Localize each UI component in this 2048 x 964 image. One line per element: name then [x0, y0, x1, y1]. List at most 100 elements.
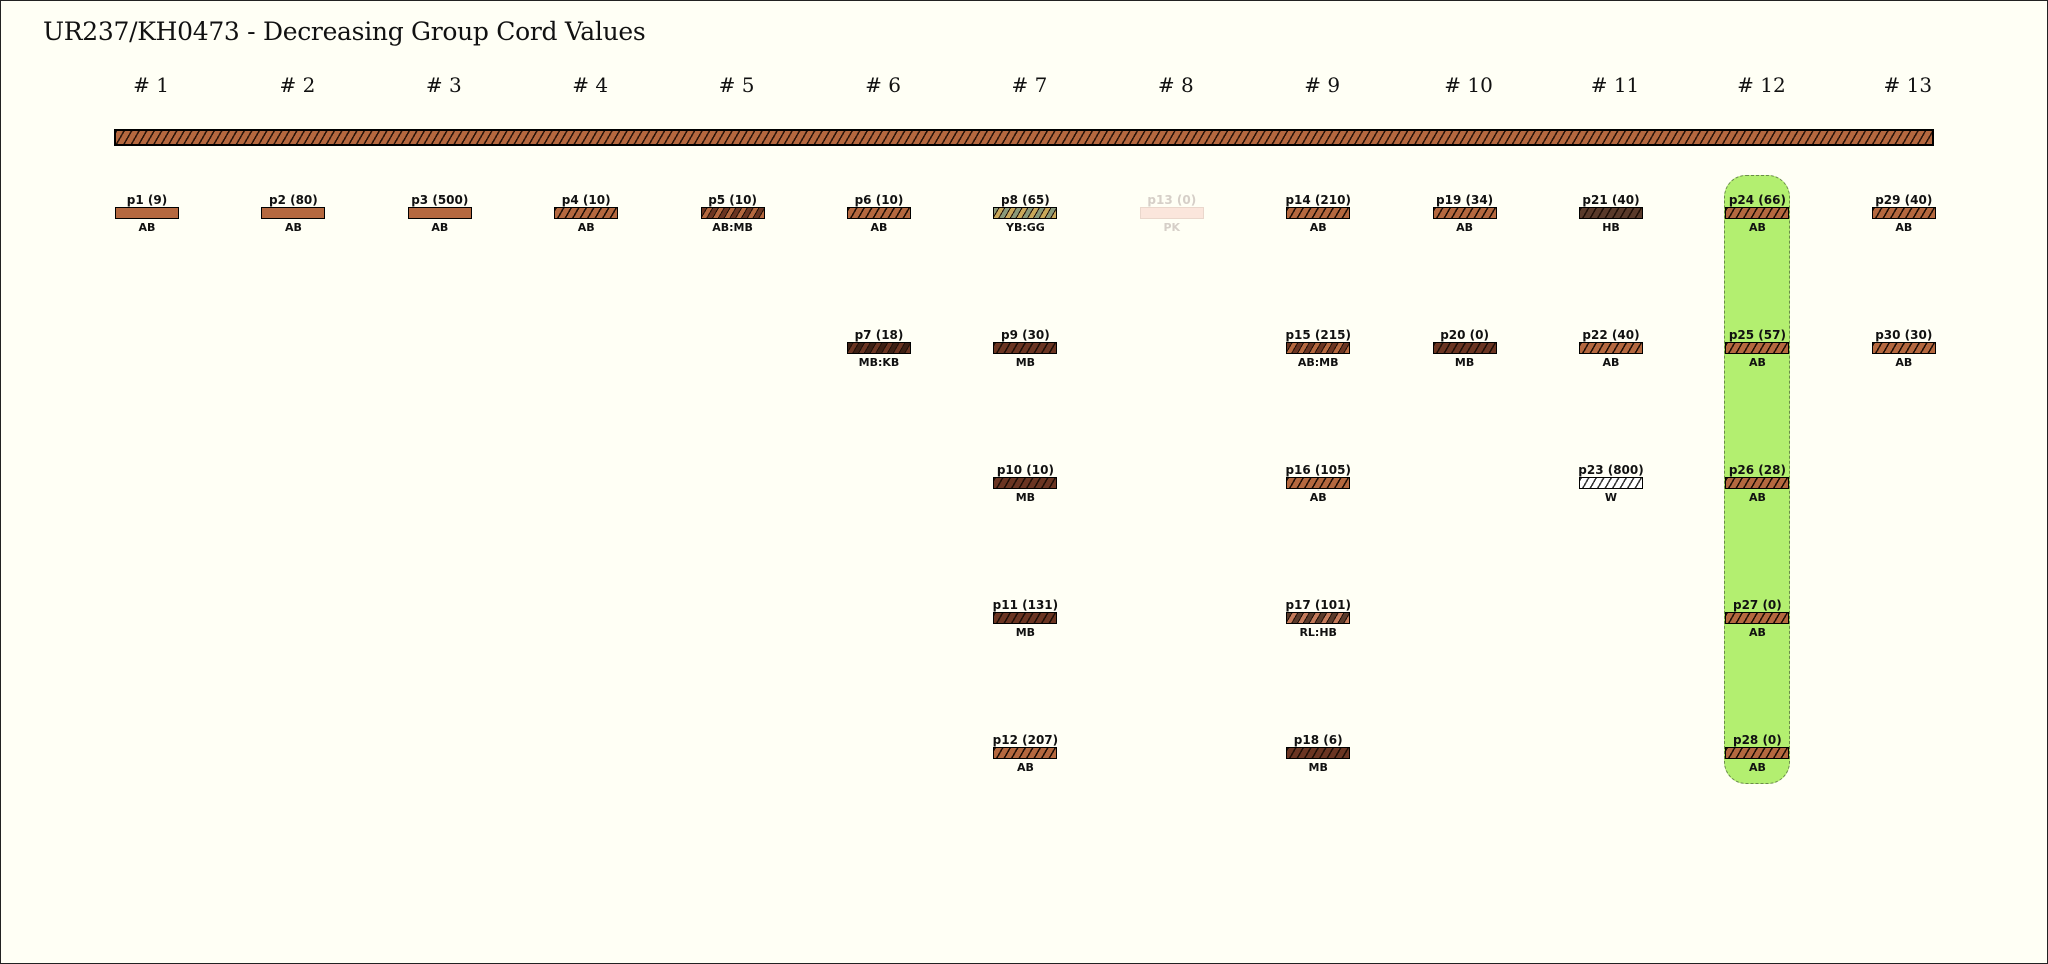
cord-color-label: AB [1748, 761, 1766, 774]
cord-bar [1286, 477, 1351, 489]
cord-value-label: p11 (131) [992, 598, 1059, 612]
cord-bar [115, 207, 179, 219]
group-label: # 8 [1157, 73, 1194, 97]
cord-color-label: W [1604, 491, 1618, 504]
cord-bar [1725, 477, 1790, 489]
cord-value-label: p29 (40) [1875, 193, 1933, 207]
pendant-cord-p14[interactable]: p14 (210) AB [1285, 193, 1350, 235]
pendant-cord-p21[interactable]: p21 (40) HB [1579, 193, 1643, 235]
pendant-cord-p2[interactable]: p2 (80) AB [261, 193, 326, 235]
cord-color-label: RL:HB [1299, 626, 1337, 639]
cord-value-label: p3 (500) [411, 193, 469, 207]
cord-bar [1725, 342, 1790, 354]
pendant-cord-p25[interactable]: p25 (57) AB [1725, 328, 1790, 370]
pendant-cord-p18[interactable]: p18 (6) MB [1286, 733, 1351, 775]
pendant-cord-p1[interactable]: p1 (9) AB [115, 193, 179, 235]
cord-color-label: MB:KB [858, 356, 900, 369]
cord-value-label: p20 (0) [1440, 328, 1489, 342]
pendant-cord-p24[interactable]: p24 (66) AB [1725, 193, 1790, 235]
pendant-cord-p23[interactable]: p23 (800) W [1578, 463, 1643, 505]
cord-color-label: HB [1602, 221, 1620, 234]
pendant-cord-p20[interactable]: p20 (0) MB [1432, 328, 1497, 370]
pendant-cord-p4[interactable]: p4 (10) AB [554, 193, 619, 235]
cord-value-label: p30 (30) [1875, 328, 1933, 342]
pendant-cord-p17[interactable]: p17 (101) RL:HB [1285, 598, 1351, 640]
pendant-cord-p19[interactable]: p19 (34) AB [1432, 193, 1497, 235]
pendant-cord-p27[interactable]: p27 (0) AB [1725, 598, 1790, 640]
cord-bar [1286, 747, 1351, 759]
cord-value-label: p4 (10) [561, 193, 611, 207]
cord-bar [407, 207, 472, 219]
cord-bar [1725, 747, 1790, 759]
cord-bar [993, 747, 1058, 759]
cord-bar [847, 207, 911, 219]
cord-color-label: AB [870, 221, 888, 234]
group-label: # 3 [425, 73, 462, 97]
cord-value-label: p12 (207) [992, 733, 1059, 747]
cord-value-label: p9 (30) [1000, 328, 1050, 342]
group-label: # 12 [1737, 73, 1786, 97]
cord-value-label: p23 (800) [1578, 463, 1644, 477]
group-label: # 6 [865, 73, 901, 97]
pendant-cord-p30[interactable]: p30 (30) AB [1871, 328, 1936, 370]
cord-bar [1725, 612, 1790, 624]
cord-value-label: p7 (18) [854, 328, 904, 342]
cord-value-label: p26 (28) [1728, 463, 1786, 477]
cord-color-label: PK [1163, 221, 1181, 234]
cord-color-label: AB [1602, 356, 1620, 369]
cord-bar [1432, 342, 1497, 354]
pendant-cord-p5[interactable]: p5 (10) AB:MB [700, 193, 765, 235]
group-label: # 9 [1304, 73, 1341, 97]
group-label: # 5 [718, 73, 755, 97]
cord-color-label: AB [1309, 491, 1327, 504]
cord-color-label: AB [284, 221, 302, 234]
diagram-title: UR237/KH0473 - Decreasing Group Cord Val… [43, 17, 646, 46]
cord-color-label: AB [1456, 221, 1474, 234]
cord-value-label: p13 (0) [1147, 193, 1197, 207]
pendant-cord-p29[interactable]: p29 (40) AB [1871, 193, 1936, 235]
cord-color-label: MB [1308, 761, 1328, 774]
pendant-cord-p11[interactable]: p11 (131) MB [993, 598, 1058, 640]
cord-color-label: AB [1748, 221, 1766, 234]
cord-color-label: AB [138, 221, 156, 234]
pendant-cord-p26[interactable]: p26 (28) AB [1725, 463, 1790, 505]
cord-bar [993, 477, 1058, 489]
cord-bar [1139, 207, 1204, 219]
cord-bar [1286, 342, 1351, 354]
cord-bar [700, 207, 765, 219]
cord-color-label: AB [1016, 761, 1034, 774]
cord-color-label: YB:GG [1005, 221, 1045, 234]
pendant-cord-p8[interactable]: p8 (65) YB:GG [993, 193, 1058, 235]
cord-color-label: AB [1895, 356, 1913, 369]
pendant-cord-p9[interactable]: p9 (30) MB [993, 328, 1058, 370]
group-label: # 7 [1011, 73, 1048, 97]
cord-bar [993, 612, 1058, 624]
diagram-canvas: UR237/KH0473 - Decreasing Group Cord Val… [0, 0, 2048, 964]
cord-color-label: AB:MB [1297, 356, 1339, 369]
primary-cord [114, 129, 1934, 146]
cord-value-label: p5 (10) [708, 193, 757, 207]
pendant-cord-p28[interactable]: p28 (0) AB [1725, 733, 1790, 775]
pendant-cord-p15[interactable]: p15 (215) AB:MB [1285, 328, 1351, 370]
pendant-cord-p3[interactable]: p3 (500) AB [407, 193, 472, 235]
cord-bar [993, 207, 1058, 219]
cord-value-label: p28 (0) [1732, 733, 1782, 747]
group-label: # 11 [1590, 73, 1640, 97]
pendant-cord-p10[interactable]: p10 (10) MB [993, 463, 1058, 505]
pendant-cord-p22[interactable]: p22 (40) AB [1579, 328, 1643, 370]
pendant-cord-p13[interactable]: p13 (0) PK [1139, 193, 1204, 235]
pendant-cord-p16[interactable]: p16 (105) AB [1285, 463, 1351, 505]
cord-color-label: AB [1748, 626, 1766, 639]
cord-value-label: p8 (65) [1000, 193, 1050, 207]
pendant-cord-p12[interactable]: p12 (207) AB [993, 733, 1058, 775]
pendant-cord-p7[interactable]: p7 (18) MB:KB [847, 328, 911, 370]
cord-bar [1871, 342, 1936, 354]
cord-value-label: p16 (105) [1285, 463, 1351, 477]
cord-bar [1432, 207, 1497, 219]
cord-bar [1286, 612, 1351, 624]
cord-value-label: p19 (34) [1436, 193, 1494, 207]
cord-value-label: p1 (9) [126, 193, 168, 207]
pendant-cord-p6[interactable]: p6 (10) AB [847, 193, 911, 235]
group-label: # 4 [572, 73, 609, 97]
group-label: # 10 [1444, 73, 1493, 97]
